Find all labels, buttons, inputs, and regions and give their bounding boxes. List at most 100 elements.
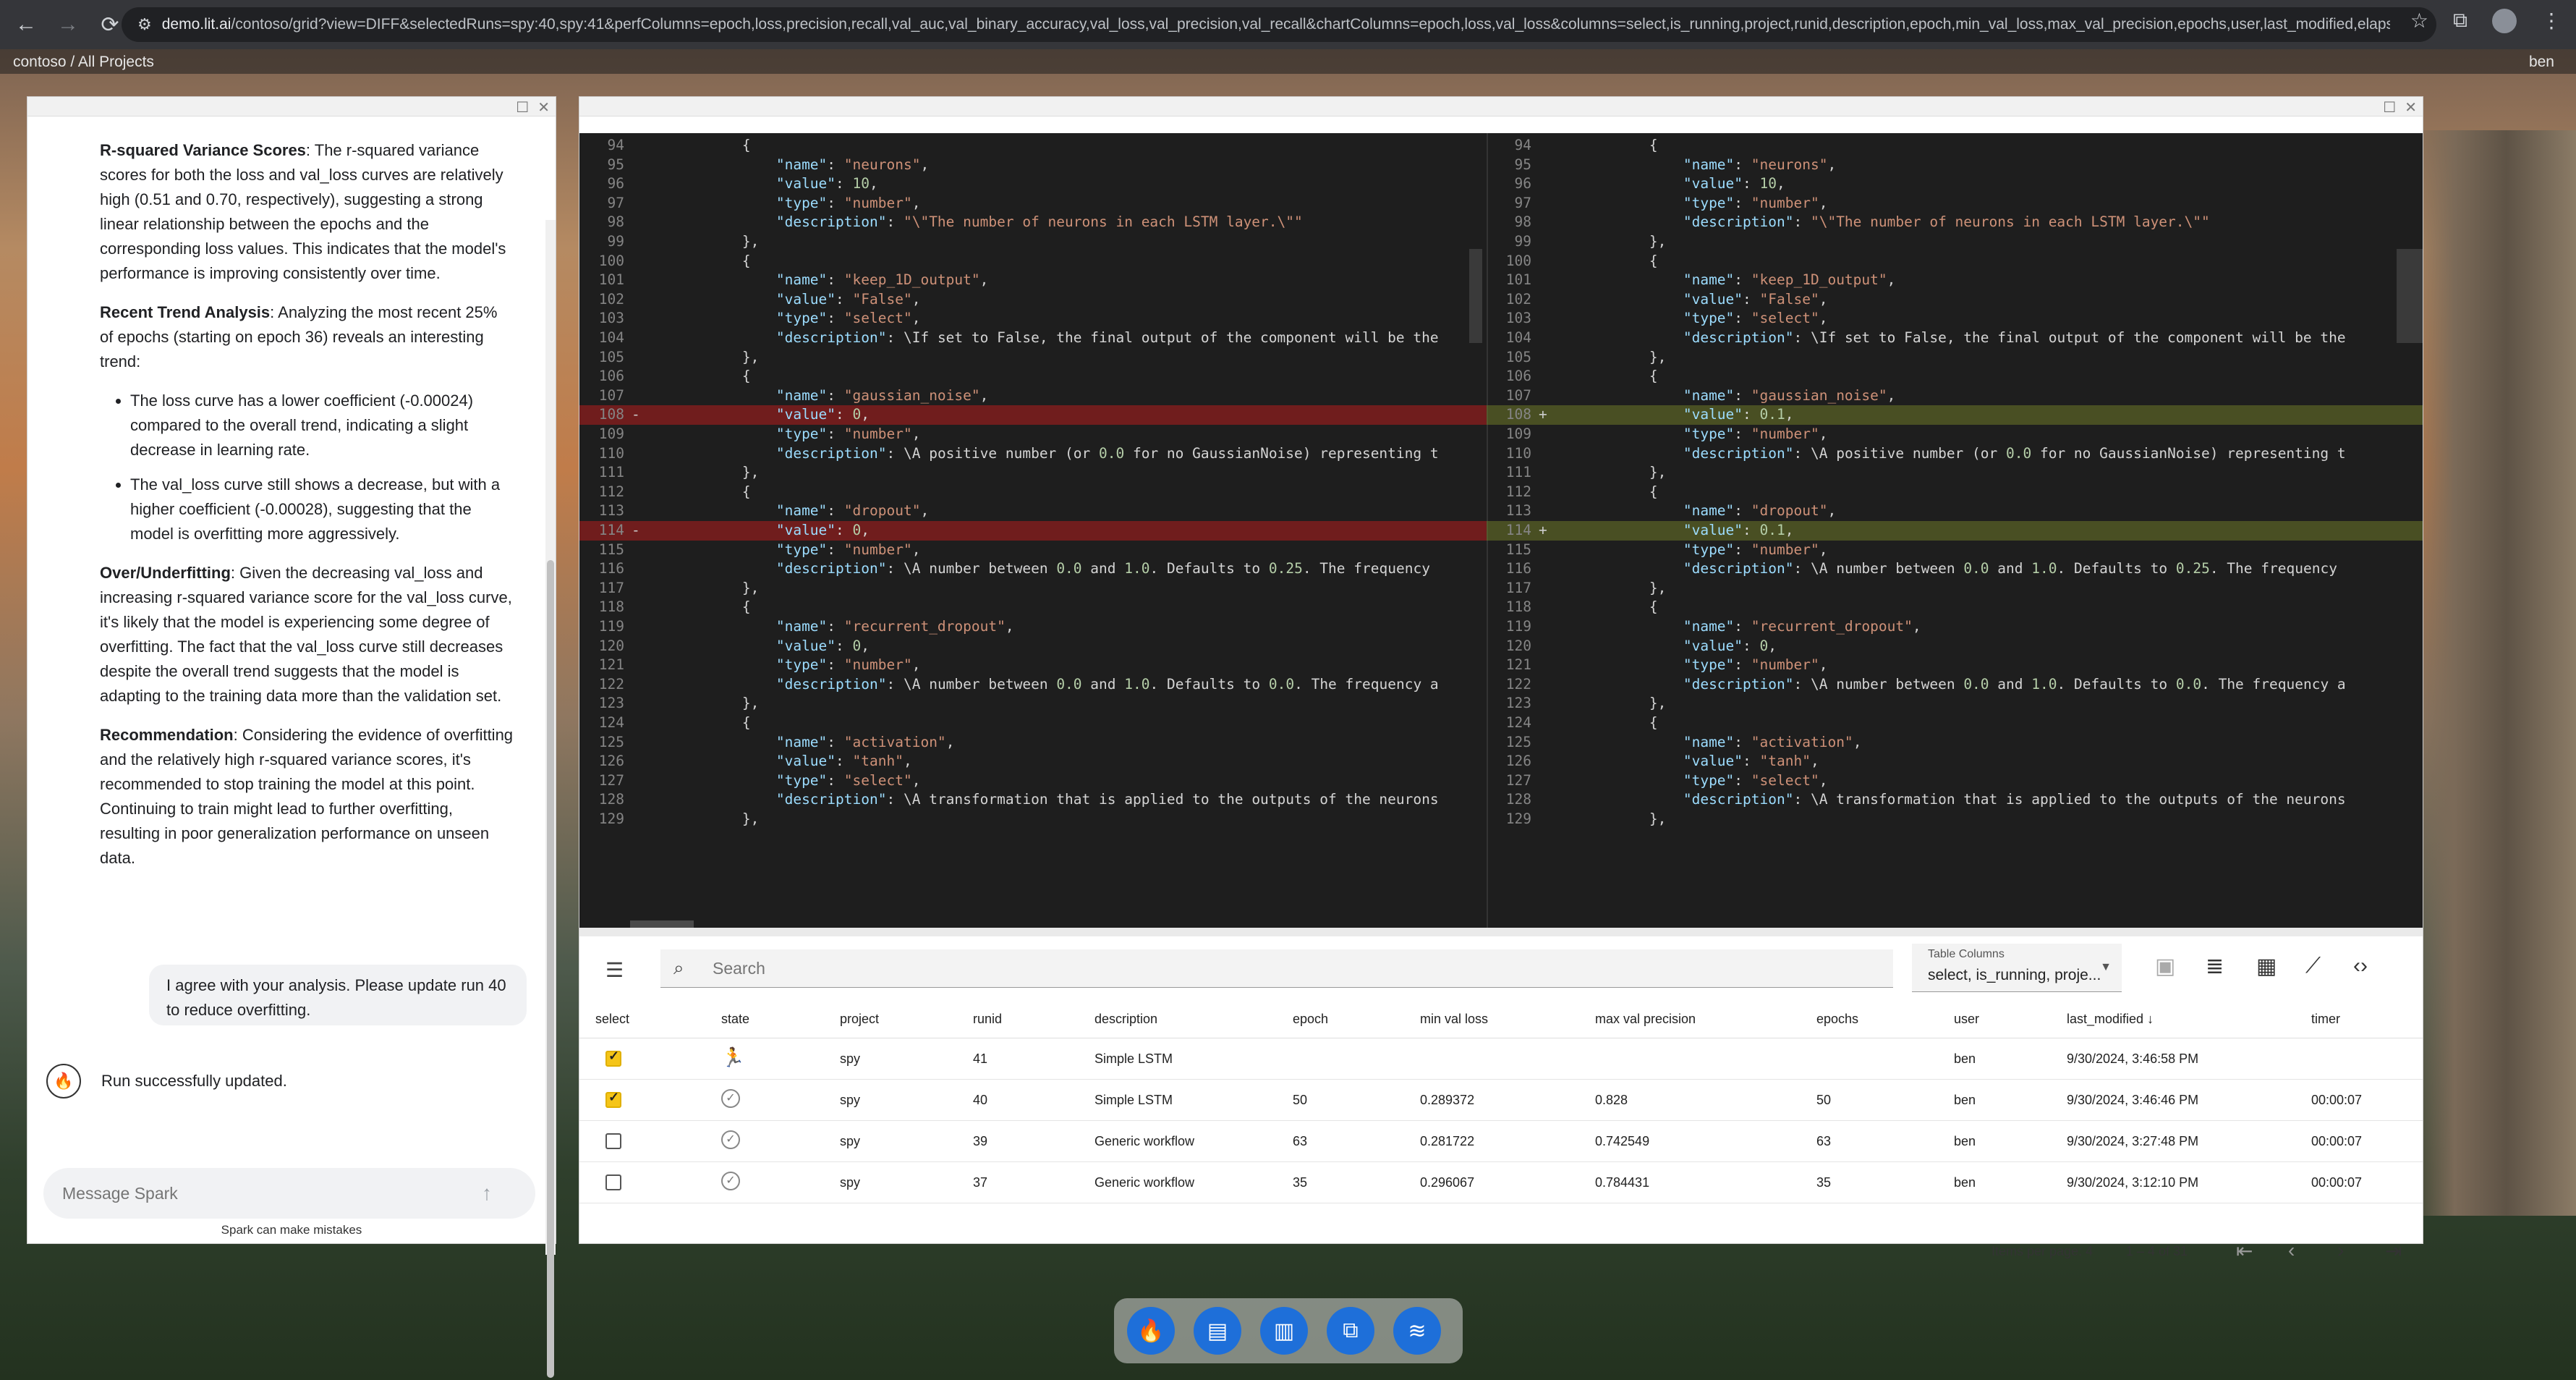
code-line[interactable]: 127 "type": "select", — [1487, 771, 2423, 791]
code-line[interactable]: 94 { — [1487, 136, 2423, 156]
code-line[interactable]: 102 "value": "False", — [1487, 290, 2423, 310]
column-header[interactable]: last_modified ↓ — [2067, 1012, 2154, 1027]
profile-avatar[interactable] — [2492, 9, 2517, 33]
select-checkbox[interactable] — [605, 1049, 621, 1067]
code-line[interactable]: 116 "description": \A number between 0.0… — [1487, 559, 2423, 579]
search-input[interactable] — [711, 957, 1857, 980]
code-line[interactable]: 123 }, — [579, 694, 1487, 714]
code-line[interactable]: 122 "description": \A number between 0.0… — [579, 675, 1487, 695]
table-row[interactable]: ✓ spy 37 Generic workflow 35 0.296067 0.784431… — [579, 1161, 2423, 1203]
code-line[interactable]: 114 + "value": 0.1, — [1487, 521, 2423, 541]
code-line[interactable]: 107 "name": "gaussian_noise", — [1487, 386, 2423, 406]
code-line[interactable]: 124 { — [1487, 714, 2423, 733]
dashboard-icon[interactable]: ▤ — [1194, 1307, 1241, 1355]
code-line[interactable]: 111 }, — [579, 463, 1487, 483]
code-line[interactable]: 101 "name": "keep_1D_output", — [579, 271, 1487, 290]
table-view-icon[interactable]: ≣ — [2206, 954, 2224, 979]
code-line[interactable]: 124 { — [579, 714, 1487, 733]
code-line[interactable]: 120 "value": 0, — [579, 637, 1487, 656]
code-line[interactable]: 114- "value": 0, — [579, 521, 1487, 541]
code-line[interactable]: 128 "description": \A transformation tha… — [579, 790, 1487, 810]
code-line[interactable]: 117 }, — [579, 579, 1487, 598]
column-header[interactable]: min val loss — [1420, 1012, 1488, 1027]
code-line[interactable]: 102 "value": "False", — [579, 290, 1487, 310]
code-line[interactable]: 128 "description": \A transformation tha… — [1487, 790, 2423, 810]
code-line[interactable]: 106 { — [579, 367, 1487, 386]
code-line[interactable]: 105 }, — [1487, 348, 2423, 368]
browser-menu-icon[interactable]: ⋮ — [2541, 9, 2562, 33]
code-line[interactable]: 99 }, — [579, 232, 1487, 252]
code-line[interactable]: 116 "description": \A number between 0.0… — [579, 559, 1487, 579]
table-row[interactable]: 🏃 spy 41 Simple LSTM ben 9/30/2024, 3:46:58 P… — [579, 1038, 2423, 1080]
code-line[interactable]: 122 "description": \A number between 0.0… — [1487, 675, 2423, 695]
chat-panel-titlebar[interactable]: ☐ ✕ — [27, 97, 556, 117]
first-page-icon[interactable]: ⇤ — [2236, 1239, 2253, 1263]
code-line[interactable]: 129 }, — [1487, 810, 2423, 829]
next-page-icon[interactable]: › — [2337, 1239, 2344, 1262]
chat-scroll-thumb[interactable] — [547, 560, 554, 1378]
last-page-icon[interactable]: ⇥ — [2385, 1239, 2402, 1263]
column-header[interactable]: epochs — [1816, 1012, 1858, 1027]
code-line[interactable]: 103 "type": "select", — [579, 309, 1487, 329]
code-line[interactable]: 94 { — [579, 136, 1487, 156]
code-line[interactable]: 120 "value": 0, — [1487, 637, 2423, 656]
forward-icon[interactable]: → — [52, 9, 84, 41]
code-line[interactable]: 97 "type": "number", — [579, 194, 1487, 213]
code-line[interactable]: 121 "type": "number", — [1487, 656, 2423, 675]
address-bar[interactable]: ⚙ demo.lit.ai/contoso/grid?view=DIFF&sel… — [122, 7, 2436, 42]
url-text[interactable]: demo.lit.ai/contoso/grid?view=DIFF&selec… — [162, 16, 2390, 33]
code-line[interactable]: 126 "value": "tanh", — [579, 752, 1487, 771]
diff-viewer[interactable]: 94 {95 "name": "neurons", 96 "value": 10,… — [579, 133, 2423, 928]
code-line[interactable]: 96 "value": 10, — [1487, 174, 2423, 194]
code-line[interactable]: 118 { — [1487, 598, 2423, 617]
code-line[interactable]: 106 { — [1487, 367, 2423, 386]
close-icon[interactable]: ✕ — [2405, 98, 2417, 117]
code-line[interactable]: 100 { — [1487, 252, 2423, 271]
column-header[interactable]: max val precision — [1595, 1012, 1696, 1027]
code-line[interactable]: 127 "type": "select", — [579, 771, 1487, 791]
code-line[interactable]: 119 "name": "recurrent_dropout", — [1487, 617, 2423, 637]
diff-hscroll-thumb[interactable] — [630, 920, 694, 928]
bookmark-star-icon[interactable]: ☆ — [2410, 9, 2428, 33]
code-line[interactable]: 101 "name": "keep_1D_output", — [1487, 271, 2423, 290]
code-line[interactable]: 95 "name": "neurons", — [1487, 156, 2423, 175]
maximize-icon[interactable]: ☐ — [2383, 98, 2396, 117]
select-checkbox[interactable] — [605, 1174, 621, 1190]
code-line[interactable]: 95 "name": "neurons", — [579, 156, 1487, 175]
table-row[interactable]: ✓ spy 40 Simple LSTM 50 0.289372 0.828 50 ben 9/3… — [579, 1079, 2423, 1121]
chart-view-icon[interactable]: ⟋ — [2305, 954, 2321, 978]
air-icon[interactable]: ≋ — [1393, 1307, 1441, 1355]
column-header[interactable]: timer — [2311, 1012, 2340, 1027]
diff-original-pane[interactable]: 94 {95 "name": "neurons", 96 "value": 10,… — [579, 133, 1487, 928]
code-line[interactable]: 105 }, — [579, 348, 1487, 368]
site-info-icon[interactable]: ⚙ — [137, 15, 152, 34]
code-line[interactable]: 109 "type": "number", — [1487, 425, 2423, 444]
code-line[interactable]: 125 "name": "activation", — [1487, 733, 2423, 753]
code-line[interactable]: 110 "description": \A positive number (o… — [579, 444, 1487, 464]
code-line[interactable]: 97 "type": "number", — [1487, 194, 2423, 213]
workflow-icon[interactable]: ⧉ — [1327, 1307, 1374, 1355]
extensions-icon[interactable]: ⧉ — [2453, 9, 2467, 33]
code-line[interactable]: 113 "name": "dropout", — [579, 501, 1487, 521]
send-arrow-icon[interactable]: ↑ — [482, 1182, 492, 1205]
diff-scrollbar-left[interactable] — [1469, 249, 1482, 343]
code-line[interactable]: 117 }, — [1487, 579, 2423, 598]
code-line[interactable]: 121 "type": "number", — [579, 656, 1487, 675]
code-line[interactable]: 103 "type": "select", — [1487, 309, 2423, 329]
diff-scrollbar-right[interactable] — [2397, 249, 2423, 343]
code-line[interactable]: 98 "description": "\"The number of neuro… — [579, 213, 1487, 232]
message-input[interactable] — [61, 1182, 469, 1204]
code-line[interactable]: 98 "description": "\"The number of neuro… — [1487, 213, 2423, 232]
table-columns-select[interactable]: Table Columns select, is_running, proje.… — [1912, 944, 2122, 992]
code-line[interactable]: 125 "name": "activation", — [579, 733, 1487, 753]
code-line[interactable]: 112 { — [579, 483, 1487, 502]
back-icon[interactable]: ← — [10, 9, 42, 41]
code-line[interactable]: 123 }, — [1487, 694, 2423, 714]
chat-scrollbar[interactable] — [545, 220, 556, 1378]
filter-list-icon[interactable]: ☰ — [605, 958, 624, 982]
sort-arrow-icon[interactable]: ↓ — [2147, 1012, 2154, 1026]
column-header[interactable]: select — [595, 1012, 629, 1027]
prev-page-icon[interactable]: ‹ — [2288, 1239, 2295, 1262]
column-header[interactable]: state — [721, 1012, 749, 1027]
code-line[interactable]: 110 "description": \A positive number (o… — [1487, 444, 2423, 464]
